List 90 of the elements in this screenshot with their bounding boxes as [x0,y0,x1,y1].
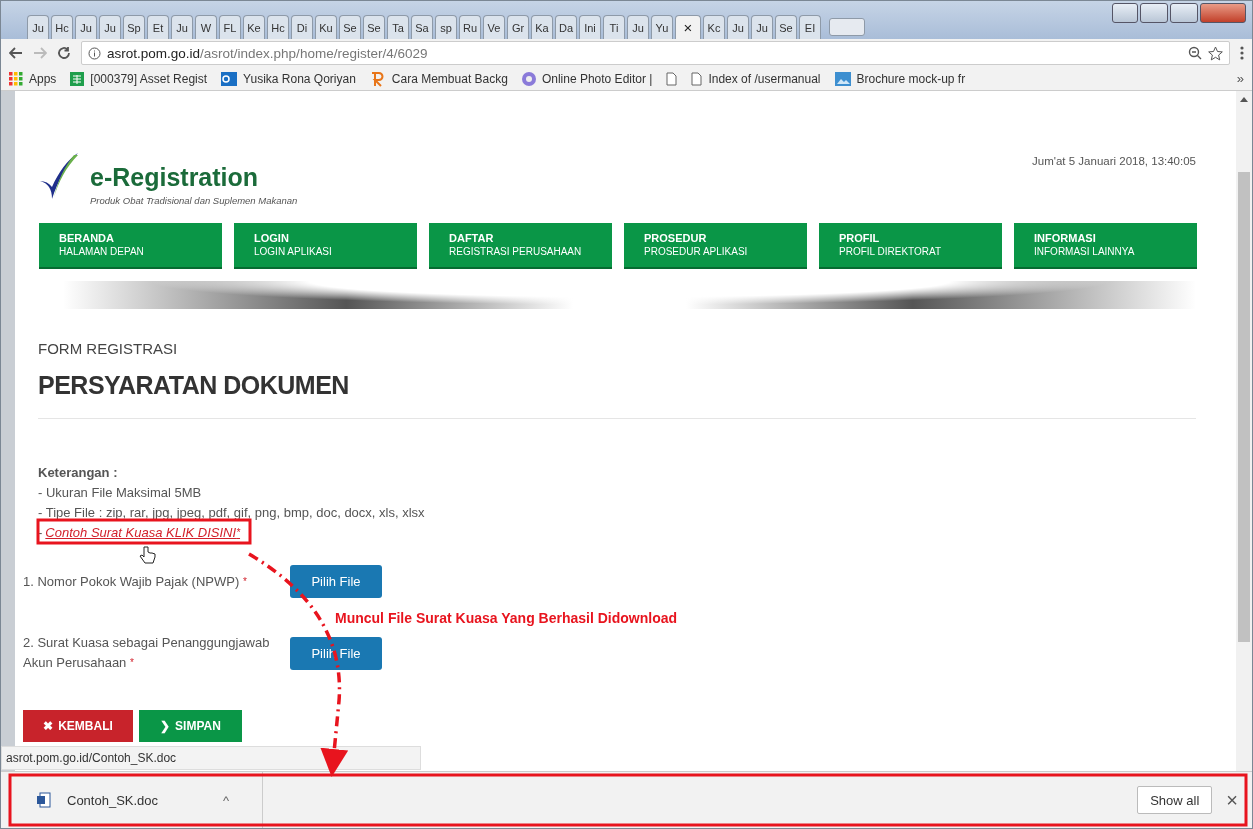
site-subtitle: Produk Obat Tradisional dan Suplemen Makanan [90,195,298,206]
bookmark[interactable]: Yusika Rona Qoriyan [221,71,356,86]
list-dash: - [38,524,43,542]
browser-tab[interactable]: Ta [387,15,409,39]
browser-tab[interactable]: Se [775,15,797,39]
browser-tab[interactable]: sp [435,15,457,39]
nav-button[interactable]: DAFTAR REGISTRASI PERUSAHAAN [429,223,612,269]
browser-tab[interactable]: Ve [483,15,505,39]
browser-tab[interactable]: × [675,15,701,39]
apps-grid-icon [9,71,23,86]
browser-tab[interactable]: Gr [507,15,529,39]
menu-icon[interactable] [1240,46,1244,60]
nav-button[interactable]: PROFIL PROFIL DIREKTORAT [819,223,1002,269]
minimize-button[interactable] [1140,3,1168,23]
browser-tab[interactable]: Se [363,15,385,39]
choose-file-button[interactable]: Pilih File [290,565,382,598]
page-icon [691,71,703,86]
maximize-button[interactable] [1170,3,1198,23]
bookmark[interactable]: Cara Membuat Backg [369,70,508,87]
browser-tab[interactable]: Ju [99,15,121,39]
browser-tab[interactable]: Sa [411,15,433,39]
browser-tab[interactable]: Ka [531,15,553,39]
browser-tab[interactable]: Yu [651,15,673,39]
status-url: asrot.pom.go.id/Contoh_SK.doc [1,746,421,770]
page-heading: PERSYARATAN DOKUMEN [38,371,350,400]
info-icon [88,46,101,60]
browser-tab[interactable]: Hc [267,15,289,39]
mail-app-icon [221,71,238,86]
bookmark[interactable]: Apps [9,71,57,86]
browser-tab[interactable]: Ju [751,15,773,39]
hand-cursor-icon [138,545,156,565]
browser-tab[interactable]: Ju [627,15,649,39]
browser-tab[interactable]: Ju [171,15,193,39]
download-file-name[interactable]: Contoh_SK.doc [67,792,207,808]
reload-icon[interactable] [57,46,71,60]
browser-tab[interactable]: W [195,15,217,39]
bookmark[interactable]: Index of /usermanual [691,71,821,86]
browser-tab[interactable]: Ti [603,15,625,39]
notes-title: Keterangan : [38,464,119,482]
scroll-up-icon[interactable] [1240,97,1248,102]
word-document-icon [37,792,51,808]
browser-tab[interactable]: EI [799,15,821,39]
browser-tab[interactable]: Ju [75,15,97,39]
back-icon[interactable] [9,47,23,59]
breadcrumb: FORM REGISTRASI [38,340,179,357]
nav-button[interactable]: PROSEDUR PROSEDUR APLIKASI [624,223,807,269]
browser-tab[interactable]: Ini [579,15,601,39]
browser-tab[interactable]: Ju [27,15,49,39]
address-bar[interactable]: asrot.pom.go.id/asrot/index.php/home/register/4/6029 [81,41,1230,65]
sample-letter-link[interactable]: Contoh Surat Kuasa KLIK DISINI* [45,523,241,543]
bookmark[interactable]: [000379] Asset Regist [70,71,208,86]
close-button[interactable] [1200,3,1246,23]
page-icon [666,71,678,86]
spreadsheet-icon [70,71,85,86]
field-label: 2. Surat Kuasa sebagai Penanggungjawab Akun Perusahaan * [23,634,271,672]
site-title: e-Registration [90,163,260,191]
browser-tab[interactable]: Et [147,15,169,39]
browser-tab[interactable]: Sp [123,15,145,39]
back-button[interactable]: ✖ KEMBALI [23,710,133,742]
browser-tab[interactable]: Ke [243,15,265,39]
browser-tab[interactable]: Ru [459,15,481,39]
browser-tab[interactable]: Hc [51,15,73,39]
zoom-icon[interactable] [1188,46,1202,60]
image-icon [834,71,851,86]
user-button[interactable] [1112,3,1138,23]
nav-button[interactable]: LOGIN LOGIN APLIKASI [234,223,417,269]
browser-tab[interactable]: Se [339,15,361,39]
letter-logo-icon [369,70,386,87]
browser-tab[interactable]: Kc [703,15,725,39]
annotation-text: Muncul File Surat Kuasa Yang Berhasil Didownload [335,610,678,626]
save-button[interactable]: ❯ SIMPAN [139,710,242,742]
browser-tab[interactable]: Di [291,15,313,39]
bookmark[interactable]: Online Photo Editor | [521,71,653,86]
star-icon[interactable] [1208,45,1223,61]
show-all-button[interactable]: Show all [1137,786,1213,814]
browser-tab[interactable]: Ju [727,15,749,39]
browser-tab[interactable]: FL [219,15,241,39]
note-line: - Ukuran File Maksimal 5MB [38,484,203,502]
field-label: 1. Nomor Pokok Wajib Pajak (NPWP) * [23,572,248,591]
aperture-icon [521,71,536,86]
download-menu-caret[interactable]: ^ [223,792,230,808]
more-bookmarks[interactable]: » [1236,71,1244,86]
close-download-bar[interactable]: × [1226,788,1238,812]
bookmark[interactable]: Brochure mock-up fr [834,71,966,86]
nav-button[interactable]: INFORMASI INFORMASI LAINNYA [1014,223,1197,269]
browser-tab[interactable]: Da [555,15,577,39]
scrollbar-thumb[interactable] [1238,172,1250,642]
browser-tab[interactable]: Ku [315,15,337,39]
date-time: Jum'at 5 Januari 2018, 13:40:05 [1032,154,1196,169]
nav-button[interactable]: BERANDA HALAMAN DEPAN [39,223,222,269]
